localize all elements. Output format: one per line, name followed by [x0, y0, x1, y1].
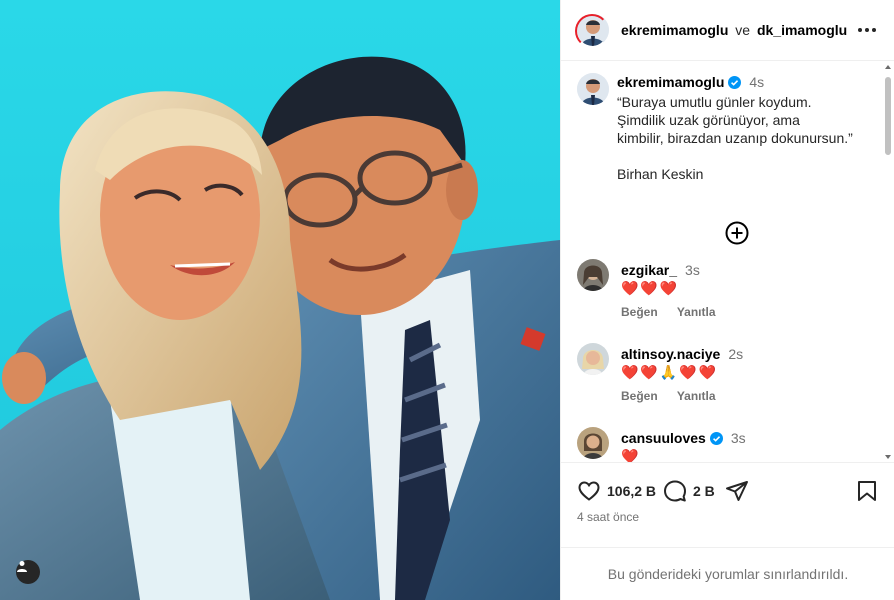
comment-count[interactable]: 2 B	[693, 483, 715, 499]
more-icon	[858, 28, 862, 32]
heart-icon	[578, 481, 600, 501]
couple-portrait-illustration	[0, 0, 560, 600]
comment-username[interactable]: ezgikar_	[621, 261, 677, 279]
like-count[interactable]: 106,2 B	[607, 483, 656, 499]
post-header: ekremimamoglu ve dk_imamoglu	[561, 0, 894, 61]
scroll-down-icon[interactable]	[884, 453, 892, 461]
comment-time[interactable]: 3s	[685, 261, 700, 279]
comment-header: ezgikar_ 3s	[621, 261, 700, 279]
post-image[interactable]	[0, 0, 560, 600]
caption-header: ekremimamoglu 4s	[617, 73, 764, 91]
authors-conjunction: ve	[735, 22, 751, 38]
user-tag-icon	[17, 561, 27, 572]
comment-text: ❤️❤️❤️	[621, 280, 680, 296]
comment-reply-button[interactable]: Yanıtla	[677, 305, 716, 319]
comment-text: ❤️	[621, 448, 641, 462]
post-date[interactable]: 4 saat önce	[577, 510, 639, 524]
comment-time[interactable]: 2s	[728, 345, 743, 363]
author-link-2[interactable]: dk_imamoglu	[757, 22, 847, 38]
comment-icon	[664, 480, 686, 502]
commenter-avatar[interactable]	[577, 259, 609, 291]
caption-avatar[interactable]	[577, 73, 609, 105]
comment-header: cansuuloves 3s	[621, 429, 746, 447]
comment-text: ❤️❤️🙏❤️❤️	[621, 364, 719, 380]
avatar-image	[577, 343, 609, 375]
comments-limited-text: Bu gönderideki yorumlar sınırlandırıldı.	[607, 566, 849, 582]
caption-text: “Buraya umutlu günler koydum. Şimdilik u…	[617, 94, 853, 182]
commenter-avatar[interactable]	[577, 343, 609, 375]
more-icon-dot	[872, 28, 876, 32]
save-button[interactable]	[855, 479, 885, 503]
user-tag-button[interactable]	[16, 560, 40, 584]
bookmark-icon	[858, 481, 876, 501]
caption-time[interactable]: 4s	[749, 73, 764, 91]
post-details-panel: ekremimamoglu ve dk_imamoglu ekremimamog…	[560, 0, 894, 600]
comment-reply-button[interactable]: Yanıtla	[677, 389, 716, 403]
share-button[interactable]	[725, 479, 755, 503]
caption-username[interactable]: ekremimamoglu	[617, 73, 724, 91]
commenter-avatar[interactable]	[577, 427, 609, 459]
author-link-1[interactable]: ekremimamoglu	[621, 22, 728, 38]
scrollbar-thumb[interactable]	[885, 77, 891, 155]
comment-time[interactable]: 3s	[731, 429, 746, 447]
verified-icon	[728, 75, 742, 89]
story-ring	[575, 14, 609, 48]
comment-username[interactable]: altinsoy.naciye	[621, 345, 720, 363]
avatar-image	[577, 427, 609, 459]
comment-actions: Beğen Yanıtla	[621, 305, 732, 319]
comment-header: altinsoy.naciye 2s	[621, 345, 743, 363]
like-button[interactable]: 106,2 B	[577, 479, 656, 503]
comment-like-button[interactable]: Beğen	[621, 305, 658, 319]
comment-actions: Beğen Yanıtla	[621, 389, 732, 403]
share-icon	[726, 481, 748, 501]
more-options-button[interactable]	[855, 20, 879, 40]
comment-button[interactable]: 2 B	[663, 479, 715, 503]
add-circle-icon[interactable]	[725, 221, 749, 245]
comments-limited-notice: Bu gönderideki yorumlar sınırlandırıldı.	[561, 547, 894, 600]
comments-scrollbar[interactable]	[884, 63, 892, 461]
comment-like-button[interactable]: Beğen	[621, 389, 658, 403]
avatar-image	[577, 259, 609, 291]
comments-scroll-area[interactable]: ekremimamoglu 4s “Buraya umutlu günler k…	[561, 61, 894, 462]
more-icon-dot	[865, 28, 869, 32]
avatar-image	[577, 73, 609, 105]
comment-username[interactable]: cansuuloves	[621, 429, 706, 447]
verified-icon	[709, 431, 723, 445]
post-authors: ekremimamoglu ve dk_imamoglu	[621, 21, 847, 39]
scroll-up-icon[interactable]	[884, 63, 892, 71]
